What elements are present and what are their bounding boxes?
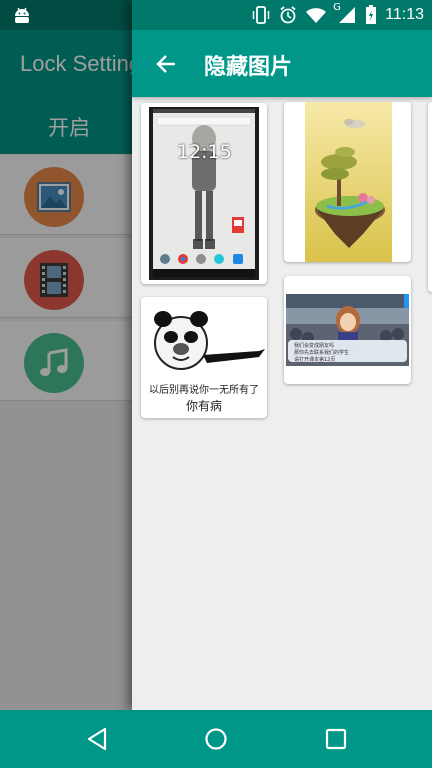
phone-screenshot-thumbnail: 12:15 <box>149 107 259 280</box>
nav-recents-button[interactable] <box>321 724 351 754</box>
back-button[interactable] <box>148 46 184 82</box>
signal-icon <box>339 7 356 23</box>
status-icons: G 11:13 <box>251 0 424 30</box>
android-notification-icon <box>12 5 32 25</box>
hidden-images-panel: 隐藏图片 12:15 以后别再说你一无所有了 你有病 我们会变成朋友吗 那你先去… <box>132 0 432 710</box>
panel-title: 隐藏图片 <box>204 55 293 80</box>
navigation-bar <box>0 710 432 768</box>
network-type-indicator: G <box>333 2 357 24</box>
game-dialog-line1: 我们会变成朋友吗 <box>294 343 335 349</box>
battery-icon <box>366 5 377 24</box>
game-dialog-line3: 请打开课本第12页 <box>294 357 336 363</box>
nav-home-button[interactable] <box>201 724 231 754</box>
image-card-phone-screenshot[interactable]: 12:15 <box>141 103 267 284</box>
arrow-left-icon <box>156 55 175 73</box>
image-card-floating-island[interactable] <box>284 102 411 262</box>
triangle-back-icon <box>87 727 107 751</box>
wifi-icon <box>306 7 327 23</box>
nav-back-button[interactable] <box>82 724 112 754</box>
status-time: 11:13 <box>385 6 424 23</box>
panda-meme-thumbnail: 以后别再说你一无所有了 你有病 <box>141 297 267 418</box>
vibrate-icon <box>252 6 270 24</box>
image-card-anime-screenshot[interactable]: 我们会变成朋友吗 那你先去联系我们的学生 请打开课本第12页 <box>284 276 411 384</box>
meme-caption-line1: 以后别再说你一无所有了 <box>149 385 259 396</box>
image-card-partial[interactable] <box>428 102 432 292</box>
circle-home-icon <box>205 728 227 750</box>
image-card-panda-meme[interactable]: 以后别再说你一无所有了 你有病 <box>141 297 267 418</box>
alarm-icon <box>280 6 296 24</box>
anime-screenshot-thumbnail: 我们会变成朋友吗 那你先去联系我们的学生 请打开课本第12页 <box>286 294 409 366</box>
phone-clock-text: 12:15 <box>177 141 232 163</box>
game-dialog-line2: 那你先去联系我们的学生 <box>294 350 350 356</box>
square-recents-icon <box>325 728 347 750</box>
floating-island-thumbnail <box>305 102 392 262</box>
meme-caption-line2: 你有病 <box>185 399 222 413</box>
panel-toolbar: 隐藏图片 <box>132 30 432 97</box>
